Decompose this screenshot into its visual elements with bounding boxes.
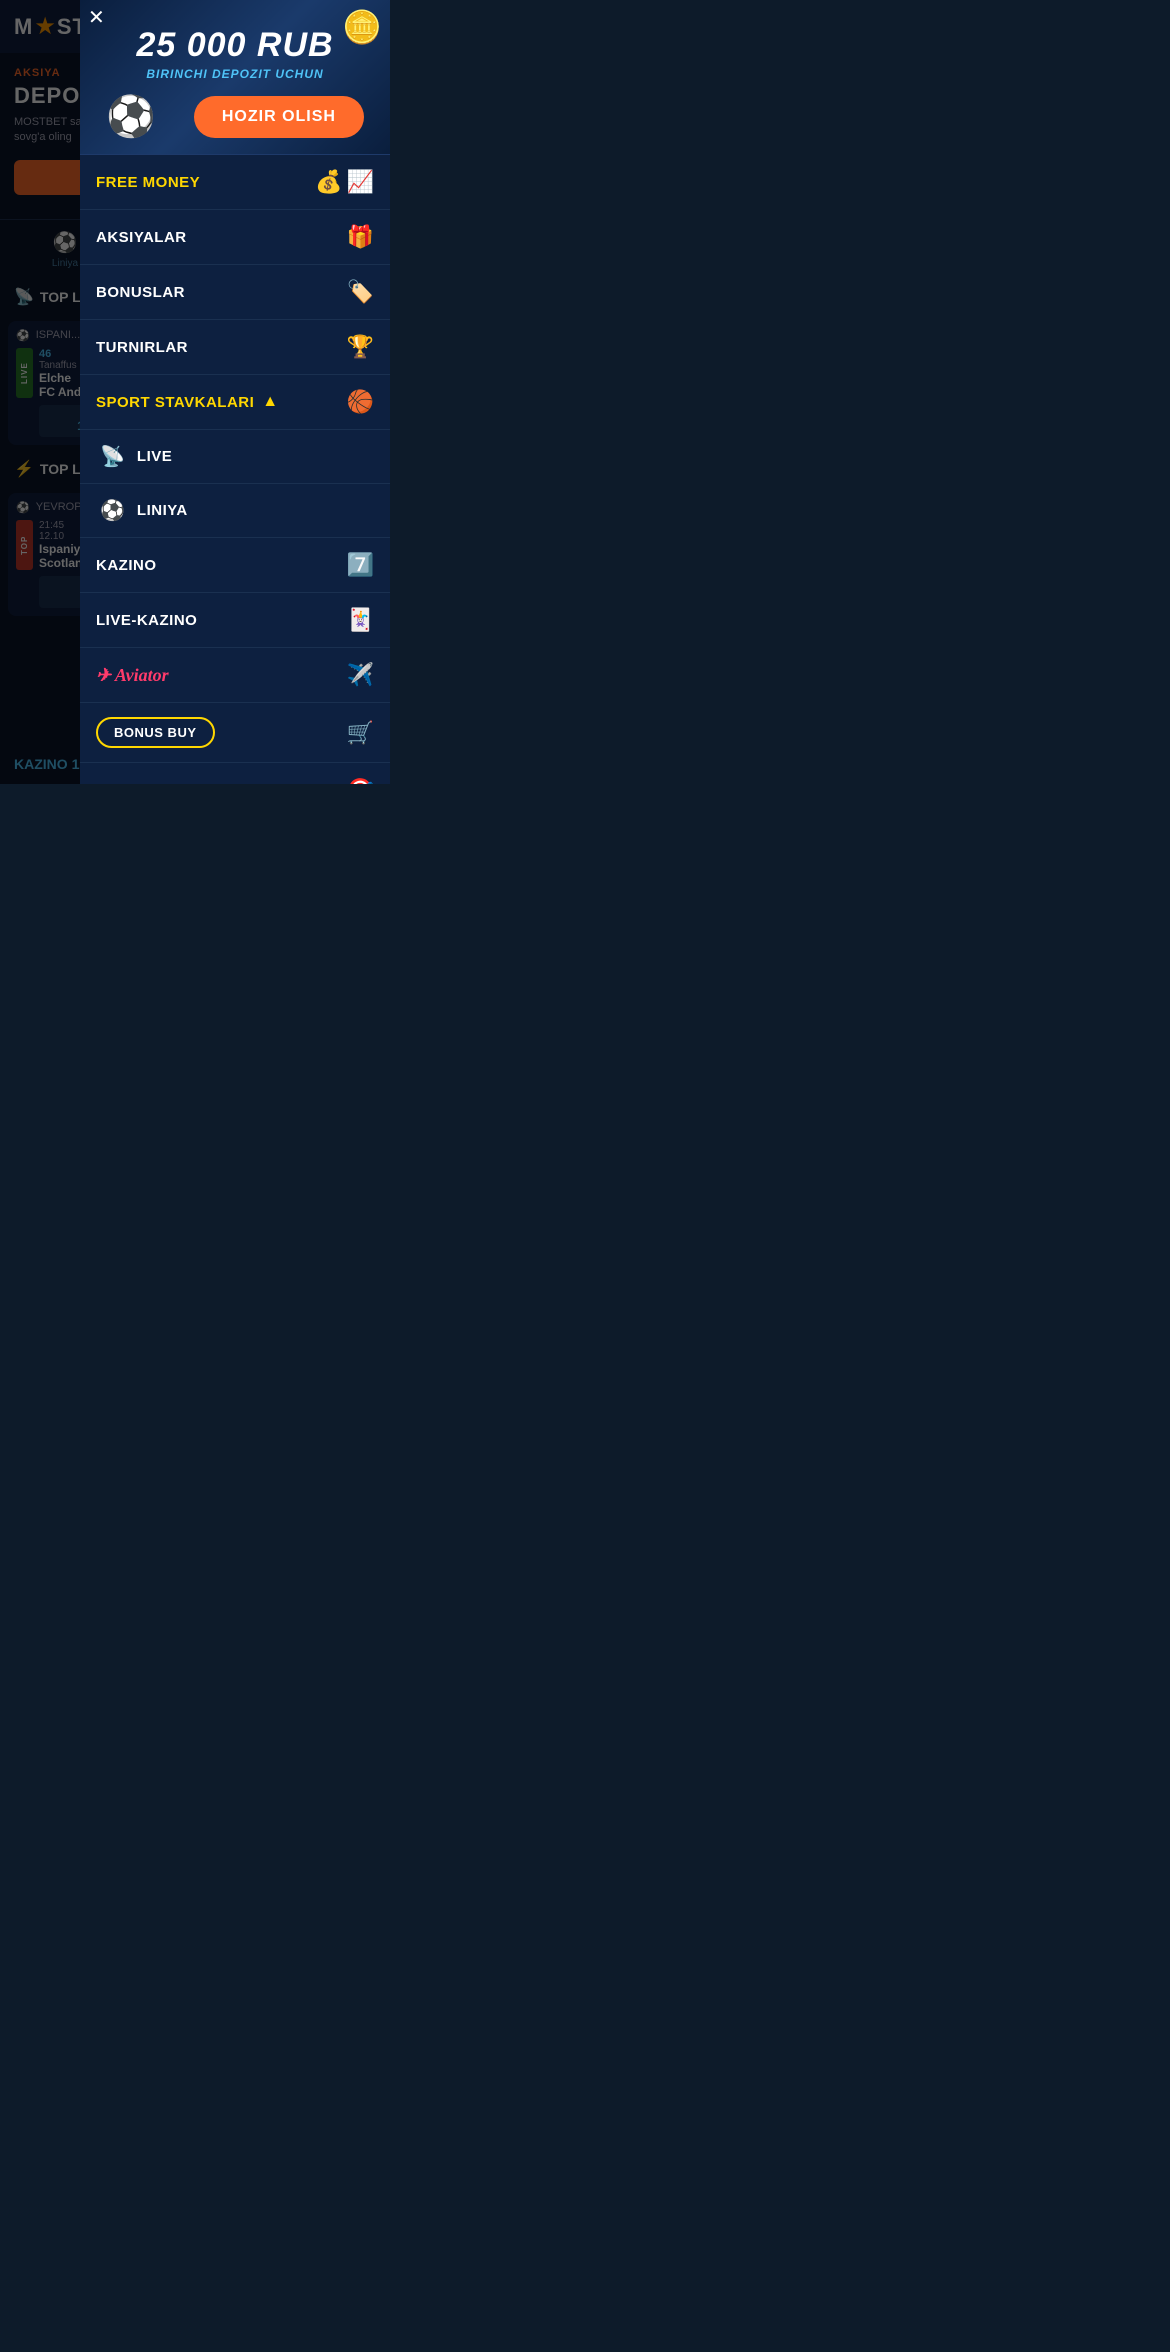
section-sport-stavkalari[interactable]: SPORT STAVKALARI ▲ 🏀 <box>80 375 390 430</box>
menu-item-live-kazino[interactable]: LIVE-KAZINO 🃏 <box>80 593 390 648</box>
sport-stavkalari-label: SPORT STAVKALARI <box>96 394 254 411</box>
live-label: LIVE <box>137 448 172 465</box>
plane-icon: ✈️ <box>347 662 374 688</box>
trophy-icon: 🏆 <box>347 334 374 360</box>
money-bag-icon: 💰 <box>315 169 342 195</box>
menu-item-turnirlar[interactable]: TURNIRLAR 🏆 <box>80 320 390 375</box>
close-button[interactable]: ✕ <box>88 8 105 28</box>
menu-list: FREE MONEY 💰 📈 AKSIYALAR 🎁 BONUSLAR 🏷️ T <box>80 155 390 784</box>
bonuslar-label: BONUSLAR <box>96 284 185 301</box>
menu-item-free-money[interactable]: FREE MONEY 💰 📈 <box>80 155 390 210</box>
kazino-label: KAZINO <box>96 557 157 574</box>
target-icon: 🎯 <box>347 777 374 784</box>
live-broadcast-icon: 📡 <box>100 444 125 469</box>
kibersport-label: KIBERSPORT <box>96 782 199 785</box>
hozir-olish-button[interactable]: HOZIR OLISH <box>194 96 364 138</box>
drawer: ✕ 🪙 25 000 RUB BIRINCHI DEPOZIT UCHUN ⚽ … <box>80 0 390 784</box>
cards-icon: 🃏 <box>347 607 374 633</box>
promo-subtitle: BIRINCHI DEPOZIT UCHUN <box>96 67 374 81</box>
menu-item-liniya[interactable]: ⚽ LINIYA <box>80 484 390 538</box>
arrow-up-icon: 📈 <box>347 169 374 195</box>
menu-item-bonuslar[interactable]: BONUSLAR 🏷️ <box>80 265 390 320</box>
ball-icon: ⚽ <box>100 498 125 523</box>
menu-item-kibersport[interactable]: KIBERSPORT 🎯 <box>80 763 390 784</box>
coin-icon: 🪙 <box>342 8 382 46</box>
turnirlar-label: TURNIRLAR <box>96 339 188 356</box>
gift-icon: 🎁 <box>347 224 374 250</box>
aviator-label: ✈ Aviator <box>96 665 169 686</box>
menu-item-aviator[interactable]: ✈ Aviator ✈️ <box>80 648 390 703</box>
soccer-ball-icon: ⚽ <box>106 93 156 140</box>
seven-icon: 7️⃣ <box>347 552 374 578</box>
promo-amount: 25 000 RUB <box>96 26 374 65</box>
aksiyalar-label: AKSIYALAR <box>96 229 187 246</box>
bonus-buy-button[interactable]: BONUS BUY <box>96 717 215 748</box>
basketball-icon: 🏀 <box>347 389 374 415</box>
live-kazino-label: LIVE-KAZINO <box>96 612 197 629</box>
menu-item-live[interactable]: 📡 LIVE <box>80 430 390 484</box>
cart-icon: 🛒 <box>347 720 374 746</box>
free-money-label: FREE MONEY <box>96 174 200 191</box>
chevron-up-icon: ▲ <box>262 393 278 411</box>
menu-item-bonus-buy[interactable]: BONUS BUY 🛒 <box>80 703 390 763</box>
liniya-label: LINIYA <box>137 502 188 519</box>
promo-currency: RUB <box>257 26 334 64</box>
promo-banner: ✕ 🪙 25 000 RUB BIRINCHI DEPOZIT UCHUN ⚽ … <box>80 0 390 155</box>
menu-item-kazino[interactable]: KAZINO 7️⃣ <box>80 538 390 593</box>
tag-icon: 🏷️ <box>347 279 374 305</box>
menu-item-aksiyalar[interactable]: AKSIYALAR 🎁 <box>80 210 390 265</box>
